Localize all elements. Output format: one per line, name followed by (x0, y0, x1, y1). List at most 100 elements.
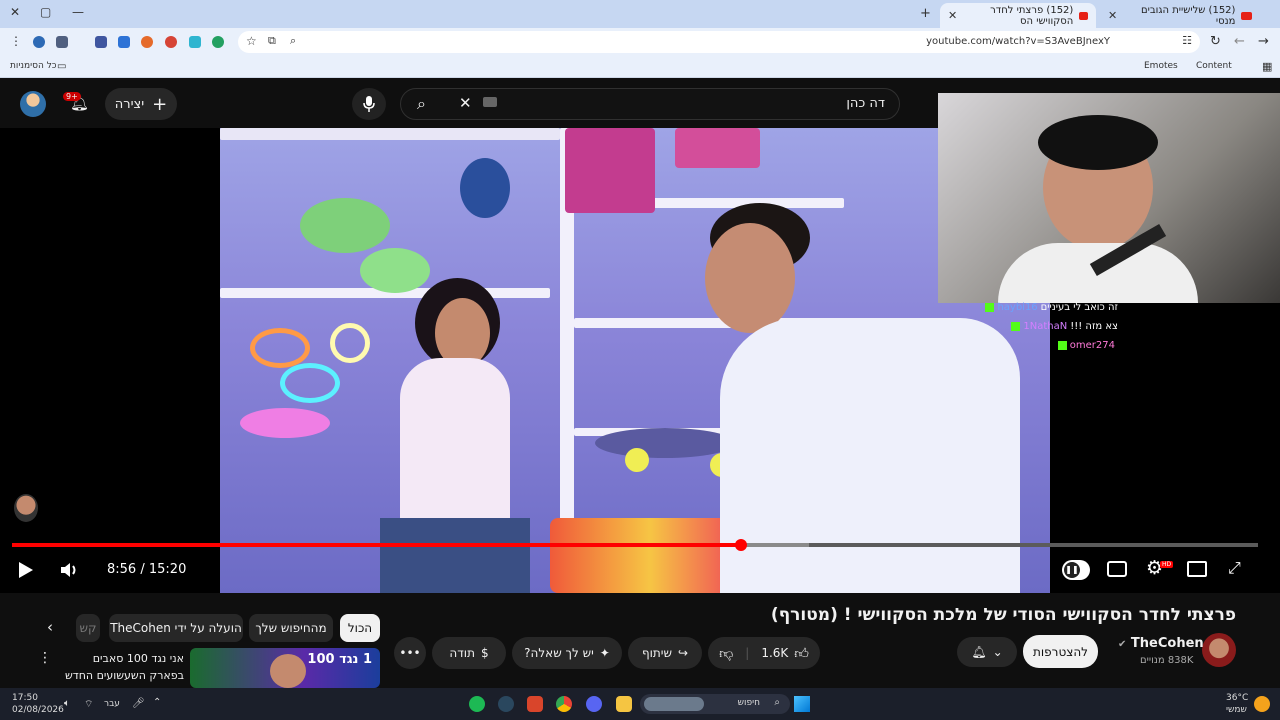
pause-icon: ❚❚ (1064, 562, 1080, 578)
taskbar-search-placeholder: חיפוש (737, 698, 760, 708)
bookmark-content[interactable]: Content (1196, 61, 1232, 71)
like-icon[interactable]: 👍︎ (794, 645, 809, 662)
tab-inactive[interactable]: (152) שלישיית הגובים מנסי ✕ (1100, 3, 1260, 28)
subscribe-button[interactable]: להצטרפות (1023, 635, 1098, 668)
theater-mode-icon[interactable] (1187, 561, 1207, 577)
channel-name-row[interactable]: TheCohen ✔ (1118, 636, 1204, 651)
extension-icon[interactable] (118, 36, 130, 48)
steam-icon[interactable] (498, 696, 514, 712)
weather-desc[interactable]: שמשי (1226, 705, 1247, 715)
channel-watermark[interactable] (14, 494, 38, 522)
new-tab-icon[interactable]: + (920, 6, 931, 21)
discord-icon[interactable] (586, 696, 602, 712)
taskbar-search[interactable]: חיפוש ⌕ (640, 694, 790, 714)
zoom-icon[interactable]: ⌕ (290, 34, 296, 48)
search-input[interactable]: דה כהן (846, 96, 885, 111)
thanks-button[interactable]: $ תודה (432, 637, 506, 669)
create-label: יצירה (114, 96, 145, 112)
subtitles-icon[interactable] (1107, 561, 1127, 577)
chip-from-search[interactable]: מהחיפוש שלך (249, 614, 333, 642)
stream-chat-overlay: זה כואב לי בעיניים haybi16 צא מזה !!! 1N… (948, 298, 1118, 354)
network-icon[interactable]: ⌔ (84, 698, 93, 711)
chat-message: זה כואב לי בעיניים haybi16 (948, 298, 1118, 317)
windows-start-icon[interactable] (794, 696, 810, 712)
channel-name[interactable]: TheCohen (1131, 636, 1204, 651)
sparkle-icon: ✦ (599, 646, 610, 660)
profile-icon[interactable] (33, 36, 45, 48)
language-indicator[interactable]: עבר (104, 699, 120, 709)
search-box[interactable]: ⌕ ✕ דה כהן (400, 88, 900, 120)
chat-text: זה כואב לי בעיניים (1040, 302, 1118, 313)
extension-icon[interactable] (212, 36, 224, 48)
thumbnail-text: 1 נגד 100 (307, 652, 372, 667)
bookmark-emotes[interactable]: Emotes (1144, 61, 1178, 71)
mic-tray-icon[interactable]: 🎤︎ (132, 698, 145, 709)
reload-icon[interactable]: ↻ (1210, 34, 1221, 49)
extension-icon[interactable] (141, 36, 153, 48)
chat-user: 1NathaN (1023, 321, 1068, 332)
bookmark-star-icon[interactable]: ☆ (246, 34, 257, 48)
like-dislike-group: 👍︎ 1.6K | 👎︎ (708, 637, 820, 669)
speaker-icon[interactable]: 🔈︎ (64, 698, 70, 709)
close-tab-icon[interactable]: ✕ (1108, 9, 1117, 22)
autoplay-toggle[interactable]: ❚❚ (1062, 560, 1090, 580)
search-icon[interactable]: ⌕ (417, 94, 426, 114)
total-time: 15:20 (148, 562, 187, 577)
more-actions-icon[interactable]: ••• (394, 637, 426, 669)
chrome-icon[interactable] (556, 696, 572, 712)
dislike-icon[interactable]: 👎︎ (719, 645, 733, 662)
tab-active[interactable]: (152) פרצתי לחדר הסקווישי הס ✕ (940, 3, 1096, 28)
extension-icon[interactable] (56, 36, 68, 48)
extension-icon[interactable] (189, 36, 201, 48)
spotify-icon[interactable] (469, 696, 485, 712)
chevron-left-icon[interactable]: ‹ (47, 618, 53, 636)
cast-icon[interactable]: ⧉ (268, 34, 276, 48)
share-arrow-icon: ↪ (677, 646, 689, 660)
channel-avatar[interactable] (1202, 633, 1236, 667)
back-icon[interactable]: → (1258, 34, 1269, 49)
close-tab-icon[interactable]: ✕ (948, 9, 957, 22)
share-button[interactable]: ↪ שיתוף (628, 637, 702, 669)
file-explorer-icon[interactable] (616, 696, 632, 712)
suggested-more-icon[interactable]: ⋮ (38, 650, 52, 666)
minimize-window-icon[interactable]: — (72, 5, 84, 19)
maximize-window-icon[interactable]: ▢ (40, 5, 51, 19)
site-info-icon[interactable]: ☷ (1182, 34, 1192, 47)
account-avatar[interactable] (20, 91, 46, 117)
forward-icon[interactable]: ← (1234, 34, 1245, 49)
like-count[interactable]: 1.6K (761, 646, 788, 660)
extensions-puzzle-icon[interactable] (95, 36, 107, 48)
chip-uploaded-by[interactable]: הועלה על ידי TheCohen (109, 614, 243, 642)
clock-date[interactable]: 02/08/2026 (12, 705, 64, 715)
address-bar[interactable]: ☆ ⧉ ⌕ youtube.com/watch?v=S3AveBJnexY ☷ (238, 31, 1200, 53)
clear-search-icon[interactable]: ✕ (459, 94, 472, 112)
chip-all[interactable]: הכול (340, 614, 380, 642)
voice-search-button[interactable] (352, 88, 386, 120)
tray-expand-icon[interactable]: ⌃ (153, 697, 161, 708)
seek-handle[interactable] (734, 539, 747, 551)
create-button[interactable]: יצירה + (105, 88, 177, 120)
time-display: 8:56 / 15:20 (107, 562, 186, 577)
apps-grid-icon[interactable]: ▦ (1262, 60, 1272, 73)
notification-settings-button[interactable]: ⌄ 🔔︎ (957, 637, 1017, 667)
fullscreen-icon[interactable]: ⤢ (1228, 558, 1241, 578)
extension-icon[interactable] (165, 36, 177, 48)
kick-badge-icon (985, 303, 995, 312)
all-bookmarks-label[interactable]: כל הסימניות (10, 61, 57, 71)
suggested-thumbnail[interactable]: 1 נגד 100 (190, 648, 380, 688)
ask-button[interactable]: ✦ יש לך שאלה? (512, 637, 622, 669)
clock-time[interactable]: 17:50 (12, 693, 38, 703)
app-icon[interactable] (527, 696, 543, 712)
chip-partial[interactable]: קש (76, 614, 100, 642)
keyboard-icon[interactable] (483, 97, 497, 107)
notification-badge: 9+ (63, 92, 81, 101)
chat-message: omer274 (948, 336, 1118, 355)
play-button[interactable] (18, 561, 34, 583)
weather-sun-icon[interactable] (1254, 696, 1270, 712)
close-window-icon[interactable]: ✕ (10, 5, 20, 19)
weather-temp[interactable]: 36°C (1226, 693, 1248, 703)
chat-user: haybi16 (997, 302, 1038, 313)
volume-button[interactable] (60, 561, 80, 583)
url-text[interactable]: youtube.com/watch?v=S3AveBJnexY (926, 36, 1110, 47)
menu-dots-icon[interactable]: ⋮ (10, 34, 22, 48)
